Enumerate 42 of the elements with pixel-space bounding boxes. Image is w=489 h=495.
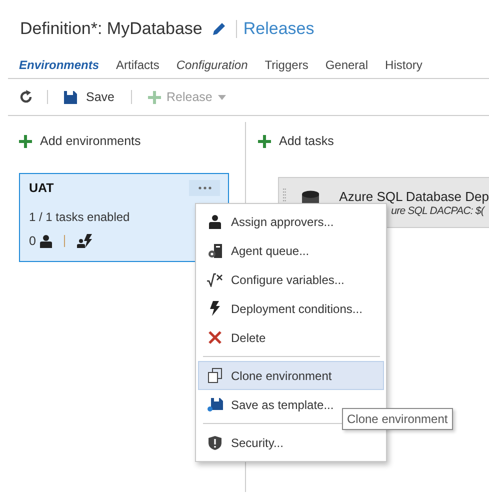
- add-tasks-button[interactable]: Add tasks: [258, 134, 334, 148]
- tab[interactable]: Configuration: [176, 58, 248, 72]
- more-button[interactable]: [189, 180, 220, 196]
- menu-item[interactable]: Deployment conditions...: [198, 294, 374, 323]
- refresh-icon[interactable]: [19, 90, 33, 104]
- menu-item[interactable]: Security...: [198, 428, 294, 457]
- approver-count: 0: [29, 234, 36, 248]
- ellipsis-icon: [198, 186, 212, 190]
- delete-icon: [207, 331, 223, 344]
- menu-item[interactable]: Delete: [198, 323, 277, 352]
- plus-icon: [19, 134, 32, 148]
- pencil-icon[interactable]: [212, 22, 226, 36]
- tasks-status: 1 / 1 tasks enabled: [29, 210, 130, 224]
- gear-server-icon: [207, 244, 223, 258]
- menu-item[interactable]: Clone environment: [198, 361, 384, 390]
- add-environments-button[interactable]: Add environments: [19, 134, 141, 148]
- task-subtitle: ure SQL DACPAC: $(: [391, 204, 484, 216]
- tab[interactable]: General: [325, 58, 368, 72]
- tooltip: Clone environment: [342, 408, 453, 430]
- person-icon: [207, 214, 223, 228]
- page-title: Definition*: MyDatabase: [20, 19, 202, 39]
- person-bolt-icon: [76, 234, 92, 248]
- copy-icon: [207, 368, 223, 383]
- menu-item[interactable]: Save as template...: [198, 390, 345, 419]
- menu-item[interactable]: Configure variables...: [198, 265, 356, 294]
- save-icon: [207, 398, 223, 412]
- plus-icon: [258, 134, 271, 148]
- person-icon: [40, 234, 52, 248]
- tab[interactable]: Triggers: [264, 58, 308, 72]
- function-icon: [207, 272, 223, 286]
- shield-icon: [207, 436, 223, 450]
- caret-icon: [218, 94, 226, 100]
- save-button[interactable]: Save: [62, 88, 116, 106]
- lightning-icon: [207, 301, 223, 316]
- plus-icon: [148, 90, 160, 104]
- tab[interactable]: Artifacts: [116, 58, 160, 72]
- task-title: Azure SQL Database Dep: [339, 188, 489, 204]
- environment-name: UAT: [29, 181, 54, 195]
- tab[interactable]: History: [385, 58, 422, 72]
- save-icon: [64, 90, 77, 104]
- tab[interactable]: Environments: [19, 58, 100, 72]
- releases-link[interactable]: Releases: [243, 19, 314, 39]
